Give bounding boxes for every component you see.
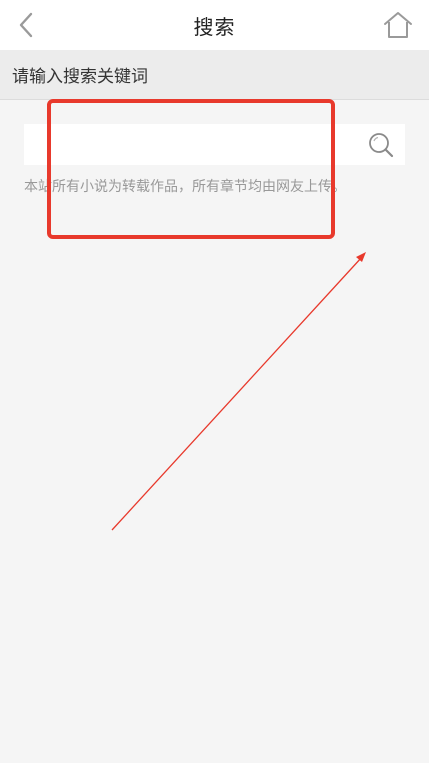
top-navbar: 搜索 [0, 0, 429, 50]
search-button[interactable] [357, 124, 405, 165]
annotation-arrow [111, 252, 366, 531]
copyright-notice: 本站所有小说为转载作品，所有章节均由网友上传。 [24, 179, 346, 195]
search-prompt-bar: 请输入搜索关键词 [0, 50, 429, 100]
chevron-left-icon [19, 12, 33, 38]
search-box [24, 124, 405, 165]
annotation-highlight-box [47, 99, 335, 239]
search-icon [369, 132, 394, 157]
search-prompt-label: 请输入搜索关键词 [12, 67, 148, 87]
home-icon [384, 12, 412, 38]
page-title: 搜索 [193, 14, 236, 39]
home-button[interactable] [381, 8, 415, 42]
search-input[interactable] [24, 124, 357, 165]
search-page: 搜索 请输入搜索关键词 本站所有小说为转载作品，所有章节均由网友上传。 [0, 0, 429, 763]
back-button[interactable] [10, 9, 42, 41]
